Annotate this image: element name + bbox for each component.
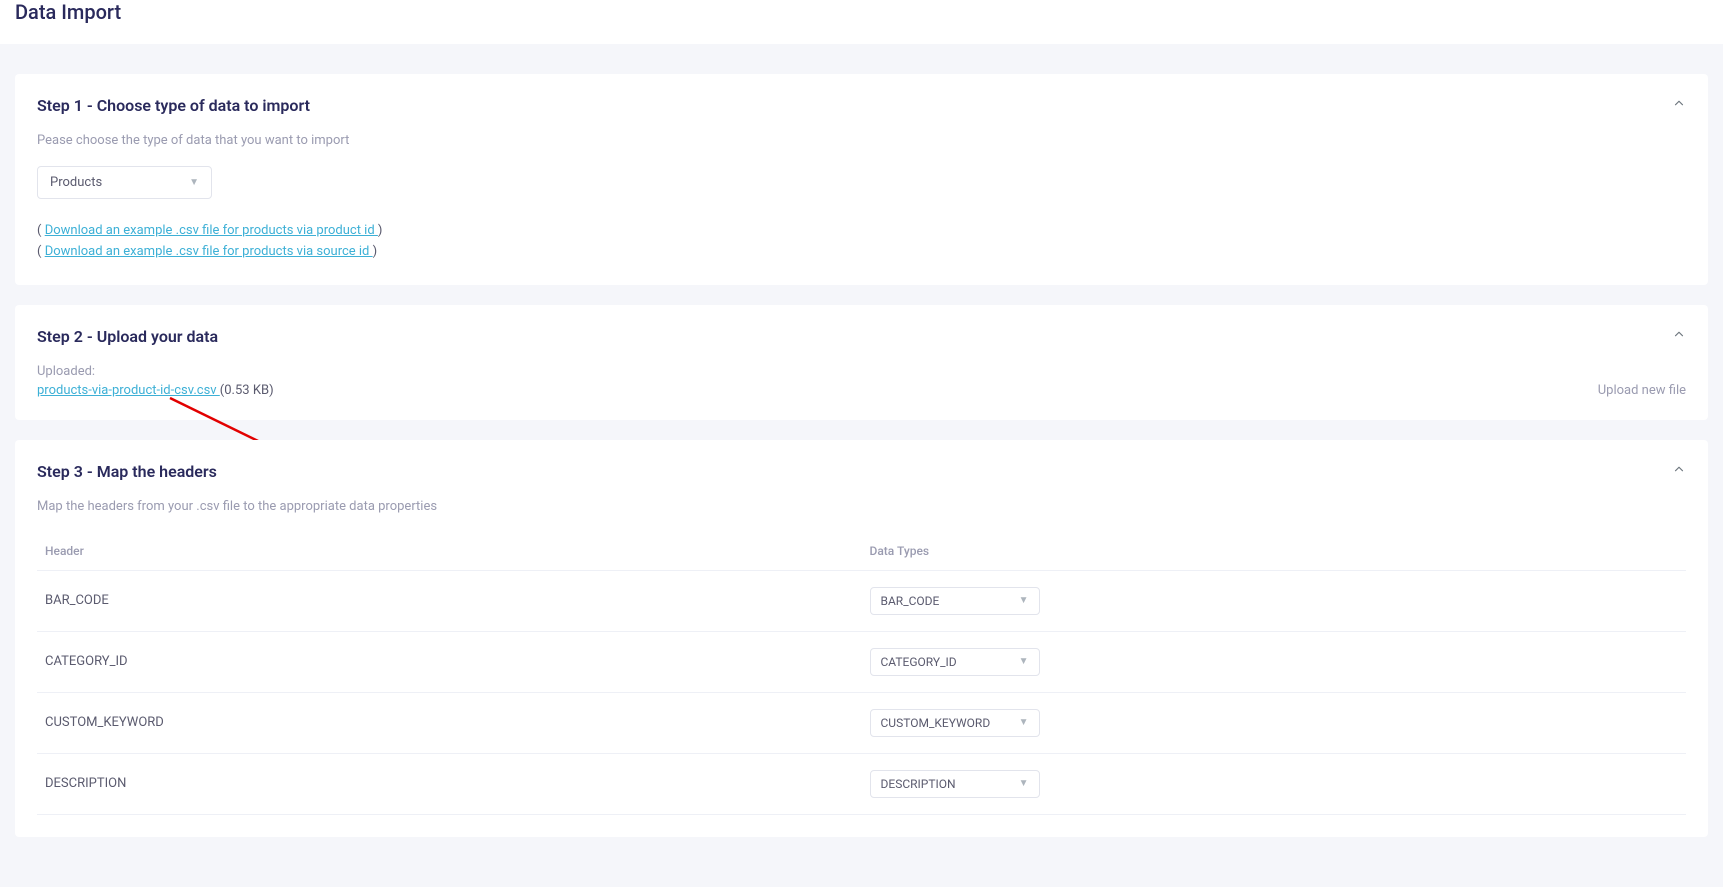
uploaded-file-size: (0.53 KB) bbox=[220, 383, 274, 398]
uploaded-file: products-via-product-id-csv.csv (0.53 KB… bbox=[37, 383, 274, 398]
datatype-select-value: DESCRIPTION bbox=[881, 777, 956, 791]
step3-title: Step 3 - Map the headers bbox=[37, 462, 1686, 481]
download-example-sourceid-link[interactable]: Download an example .csv file for produc… bbox=[45, 244, 373, 259]
step3-subtitle: Map the headers from your .csv file to t… bbox=[37, 499, 1686, 514]
uploaded-file-link[interactable]: products-via-product-id-csv.csv bbox=[37, 383, 220, 398]
page-title: Data Import bbox=[0, 0, 1723, 44]
datatype-select[interactable]: BAR_CODE ▼ bbox=[870, 587, 1040, 615]
datatype-select[interactable]: CATEGORY_ID ▼ bbox=[870, 648, 1040, 676]
header-cell: CUSTOM_KEYWORD bbox=[37, 692, 862, 753]
header-mapping-table: Header Data Types BAR_CODEBAR_CODE▼CATEG… bbox=[37, 532, 1686, 815]
step1-title: Step 1 - Choose type of data to import bbox=[37, 96, 1686, 115]
collapse-icon[interactable] bbox=[1672, 96, 1686, 114]
caret-down-icon: ▼ bbox=[189, 177, 199, 188]
datatype-select[interactable]: CUSTOM_KEYWORD ▼ bbox=[870, 709, 1040, 737]
caret-down-icon: ▼ bbox=[1019, 778, 1029, 789]
upload-new-file-button[interactable]: Upload new file bbox=[1598, 383, 1686, 398]
datatype-cell: DESCRIPTION ▼ bbox=[862, 753, 1687, 814]
paren-open: ( bbox=[37, 244, 45, 259]
paren-close: ) bbox=[378, 223, 383, 238]
paren-open: ( bbox=[37, 223, 45, 238]
caret-down-icon: ▼ bbox=[1019, 717, 1029, 728]
step2-title: Step 2 - Upload your data bbox=[37, 327, 1686, 346]
table-row: BAR_CODE BAR_CODE ▼ bbox=[37, 570, 1686, 631]
header-cell: CATEGORY_ID bbox=[37, 631, 862, 692]
header-cell: DESCRIPTION bbox=[37, 753, 862, 814]
datatype-cell: CATEGORY_ID ▼ bbox=[862, 631, 1687, 692]
data-type-select[interactable]: Products ▼ bbox=[37, 166, 212, 199]
datatype-cell: CUSTOM_KEYWORD ▼ bbox=[862, 692, 1687, 753]
table-col-header: Header bbox=[37, 532, 862, 571]
table-row: CUSTOM_KEYWORD CUSTOM_KEYWORD ▼ bbox=[37, 692, 1686, 753]
caret-down-icon: ▼ bbox=[1019, 656, 1029, 667]
step1-card: Step 1 - Choose type of data to import P… bbox=[15, 74, 1708, 285]
content-wrapper: Step 1 - Choose type of data to import P… bbox=[0, 44, 1723, 887]
datatype-select[interactable]: DESCRIPTION ▼ bbox=[870, 770, 1040, 798]
datatype-select-value: CATEGORY_ID bbox=[881, 655, 957, 669]
table-row: DESCRIPTION DESCRIPTION ▼ bbox=[37, 753, 1686, 814]
download-example-productid-line: ( Download an example .csv file for prod… bbox=[37, 221, 1686, 242]
datatype-select-value: BAR_CODE bbox=[881, 594, 940, 608]
download-example-sourceid-line: ( Download an example .csv file for prod… bbox=[37, 242, 1686, 263]
datatype-cell: BAR_CODE ▼ bbox=[862, 570, 1687, 631]
uploaded-label: Uploaded: bbox=[37, 364, 274, 379]
step2-card: Step 2 - Upload your data Uploaded: prod… bbox=[15, 305, 1708, 420]
collapse-icon[interactable] bbox=[1672, 327, 1686, 345]
step3-card: Step 3 - Map the headers Map the headers… bbox=[15, 440, 1708, 837]
table-row: CATEGORY_ID CATEGORY_ID ▼ bbox=[37, 631, 1686, 692]
datatype-select-value: CUSTOM_KEYWORD bbox=[881, 716, 991, 730]
caret-down-icon: ▼ bbox=[1019, 595, 1029, 606]
data-type-select-value: Products bbox=[50, 175, 102, 190]
table-col-datatype: Data Types bbox=[862, 532, 1687, 571]
paren-close: ) bbox=[373, 244, 378, 259]
header-cell: BAR_CODE bbox=[37, 570, 862, 631]
step1-subtitle: Pease choose the type of data that you w… bbox=[37, 133, 1686, 148]
download-example-productid-link[interactable]: Download an example .csv file for produc… bbox=[45, 223, 378, 238]
collapse-icon[interactable] bbox=[1672, 462, 1686, 480]
